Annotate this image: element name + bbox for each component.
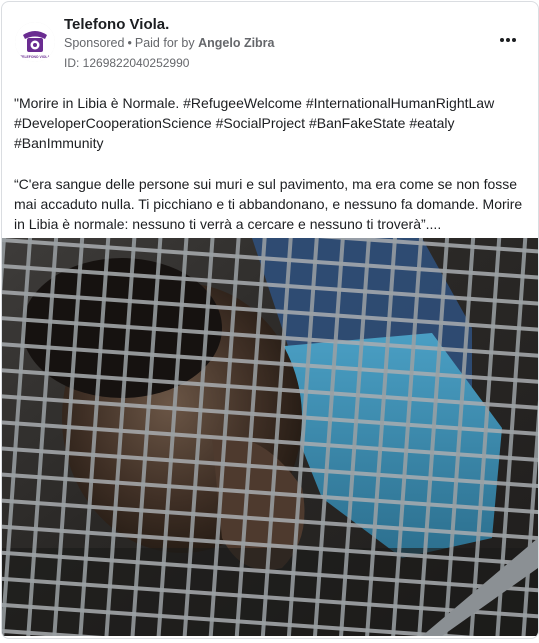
paid-for-name: Angelo Zibra (198, 36, 275, 50)
sponsored-meta: Sponsored • Paid for by Angelo Zibra (64, 36, 275, 50)
logo-caption: TELEFONO VIOLA (20, 55, 50, 59)
post-header: TELEFONO VIOLA Telefono Viola. Sponsored… (2, 2, 538, 82)
post-text: "Morire in Libia è Normale. #RefugeeWelc… (14, 93, 528, 234)
sponsored-label: Sponsored (64, 36, 125, 50)
post-paragraph-hashtags: "Morire in Libia è Normale. #RefugeeWelc… (14, 95, 495, 152)
telefono-viola-logo: TELEFONO VIOLA (15, 22, 55, 62)
page-name[interactable]: Telefono Viola. (64, 16, 169, 33)
more-options-button[interactable] (496, 28, 520, 52)
meta-separator: • (127, 36, 132, 50)
ellipsis-icon (500, 38, 516, 42)
ad-id: ID: 1269822040252990 (64, 56, 190, 70)
post-photo[interactable] (2, 238, 538, 636)
post-paragraph-quote: “C'era sangue delle persone sui muri e s… (14, 175, 523, 233)
paid-for-prefix: Paid for by (134, 36, 195, 50)
sponsored-post-card: TELEFONO VIOLA Telefono Viola. Sponsored… (1, 1, 539, 639)
man-behind-cage-photo (2, 238, 538, 636)
page-avatar[interactable]: TELEFONO VIOLA (15, 22, 55, 62)
